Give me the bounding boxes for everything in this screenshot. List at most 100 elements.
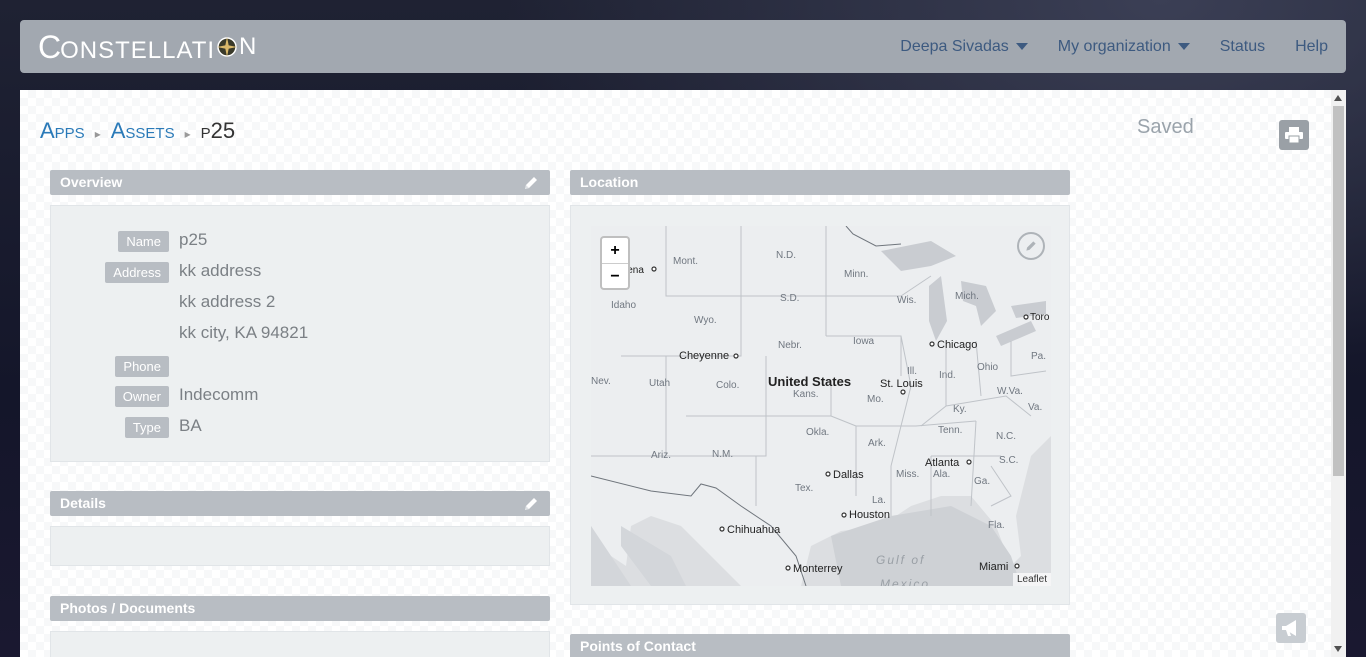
- svg-text:Pa.: Pa.: [1031, 351, 1046, 362]
- svg-text:S.C.: S.C.: [999, 455, 1018, 466]
- zoom-in-button[interactable]: +: [602, 238, 628, 264]
- svg-text:Wis.: Wis.: [897, 295, 916, 306]
- svg-text:N.C.: N.C.: [996, 431, 1016, 442]
- svg-text:Mich.: Mich.: [955, 291, 979, 302]
- svg-text:Okla.: Okla.: [806, 427, 829, 438]
- svg-text:Ariz.: Ariz.: [651, 450, 671, 461]
- caret-down-icon: [1015, 43, 1028, 50]
- svg-text:Houston: Houston: [849, 509, 890, 521]
- svg-text:Miami: Miami: [979, 561, 1008, 573]
- svg-text:Ark.: Ark.: [868, 438, 886, 449]
- address-line-2-row: kk address 2: [51, 292, 551, 316]
- svg-text:Monterrey: Monterrey: [793, 563, 843, 575]
- overview-body: Name p25 Address kk address kk address 2…: [50, 205, 550, 462]
- map-tiles: lena Mont. N.D. Minn. Idaho Wyo. S.D. Wi…: [591, 226, 1051, 586]
- page-title: p25: [200, 118, 236, 143]
- breadcrumb-assets[interactable]: Assets: [111, 118, 175, 144]
- type-label: Type: [124, 417, 169, 438]
- svg-text:Tex.: Tex.: [795, 483, 813, 494]
- svg-text:Ga.: Ga.: [974, 476, 990, 487]
- svg-text:N.D.: N.D.: [776, 250, 796, 261]
- feedback-button[interactable]: [1276, 613, 1306, 643]
- compass-icon: [217, 37, 238, 57]
- scroll-up-arrow-icon[interactable]: [1334, 95, 1342, 101]
- zoom-out-button[interactable]: −: [602, 264, 628, 289]
- address-line-3-row: kk city, KA 94821: [51, 323, 551, 347]
- user-menu[interactable]: Deepa Sivadas: [900, 38, 1028, 56]
- svg-text:Ala.: Ala.: [933, 469, 950, 480]
- save-status: Saved: [1137, 116, 1194, 138]
- svg-text:Utah: Utah: [649, 378, 670, 389]
- svg-text:Ky.: Ky.: [953, 404, 967, 415]
- address-line-2: kk address 2: [179, 292, 276, 311]
- status-link[interactable]: Status: [1220, 38, 1265, 56]
- contacts-header: Points of Contact: [570, 634, 1070, 657]
- svg-text:W.Va.: W.Va.: [997, 386, 1023, 397]
- scroll-down-arrow-icon[interactable]: [1334, 646, 1342, 652]
- details-body: [50, 526, 550, 566]
- svg-text:Nebr.: Nebr.: [778, 340, 802, 351]
- scroll-thumb[interactable]: [1333, 106, 1344, 476]
- svg-text:N.M.: N.M.: [712, 449, 733, 460]
- main-panel: Apps ▸ Assets ▸ p25 Saved Overview Name …: [20, 90, 1331, 657]
- svg-text:Idaho: Idaho: [611, 300, 636, 311]
- caret-down-icon: [1177, 43, 1190, 50]
- svg-text:Mo.: Mo.: [867, 394, 884, 405]
- svg-text:Atlanta: Atlanta: [925, 457, 960, 469]
- map-edit-button[interactable]: [1017, 232, 1045, 260]
- location-header: Location: [570, 170, 1070, 195]
- svg-text:Dallas: Dallas: [833, 469, 864, 481]
- pencil-icon[interactable]: [522, 495, 540, 513]
- svg-text:Colo.: Colo.: [716, 380, 739, 391]
- organization-menu[interactable]: My organization: [1058, 38, 1190, 56]
- map-zoom-control: + −: [600, 236, 630, 290]
- svg-text:Wyo.: Wyo.: [694, 315, 717, 326]
- address-label: Address: [105, 262, 169, 283]
- svg-text:Nev.: Nev.: [591, 376, 611, 387]
- constellation-logo[interactable]: CONSTELLATI N: [38, 29, 257, 65]
- svg-text:Mont.: Mont.: [673, 256, 698, 267]
- name-label: Name: [118, 231, 169, 252]
- svg-text:Chihuahua: Chihuahua: [727, 524, 781, 536]
- map-attribution[interactable]: Leaflet: [1012, 573, 1051, 586]
- svg-text:Gulf of: Gulf of: [876, 553, 925, 567]
- svg-text:Mexico: Mexico: [880, 577, 930, 586]
- address-line-1: kk address: [179, 261, 262, 280]
- breadcrumb-separator: ▸: [184, 127, 191, 141]
- svg-text:Ind.: Ind.: [939, 370, 956, 381]
- svg-text:United States: United States: [768, 374, 851, 389]
- type-value: BA: [179, 416, 202, 435]
- printer-icon: [1285, 127, 1303, 144]
- overview-header: Overview: [50, 170, 550, 195]
- details-header: Details: [50, 491, 550, 516]
- svg-text:Minn.: Minn.: [844, 269, 868, 280]
- svg-text:St. Louis: St. Louis: [880, 378, 923, 390]
- svg-text:Iowa: Iowa: [853, 336, 875, 347]
- breadcrumb-apps[interactable]: Apps: [40, 118, 85, 144]
- breadcrumb: Apps ▸ Assets ▸ p25: [40, 118, 235, 144]
- vertical-scrollbar[interactable]: [1331, 90, 1346, 657]
- address-field: Address kk address: [51, 261, 551, 285]
- svg-text:Chicago: Chicago: [937, 339, 977, 351]
- svg-text:Kans.: Kans.: [793, 389, 819, 400]
- pencil-icon[interactable]: [522, 174, 540, 192]
- name-field: Name p25: [51, 230, 551, 254]
- help-link[interactable]: Help: [1295, 38, 1328, 56]
- svg-text:Toro: Toro: [1030, 312, 1050, 323]
- address-line-3: kk city, KA 94821: [179, 323, 309, 342]
- location-map[interactable]: lena Mont. N.D. Minn. Idaho Wyo. S.D. Wi…: [591, 226, 1051, 586]
- svg-text:Cheyenne: Cheyenne: [679, 350, 729, 362]
- owner-label: Owner: [114, 386, 169, 407]
- svg-text:Ill.: Ill.: [907, 366, 917, 377]
- phone-field: Phone: [51, 355, 551, 379]
- pencil-icon: [1026, 241, 1036, 251]
- owner-field: Owner Indecomm: [51, 385, 551, 409]
- location-body: lena Mont. N.D. Minn. Idaho Wyo. S.D. Wi…: [570, 205, 1070, 605]
- svg-text:Fla.: Fla.: [988, 520, 1005, 531]
- type-field: Type BA: [51, 416, 551, 440]
- owner-value: Indecomm: [179, 385, 259, 404]
- phone-label: Phone: [115, 356, 169, 377]
- svg-text:Va.: Va.: [1028, 402, 1042, 413]
- print-button[interactable]: [1279, 120, 1309, 150]
- top-navbar: CONSTELLATI N Deepa Sivadas My organizat…: [20, 20, 1346, 73]
